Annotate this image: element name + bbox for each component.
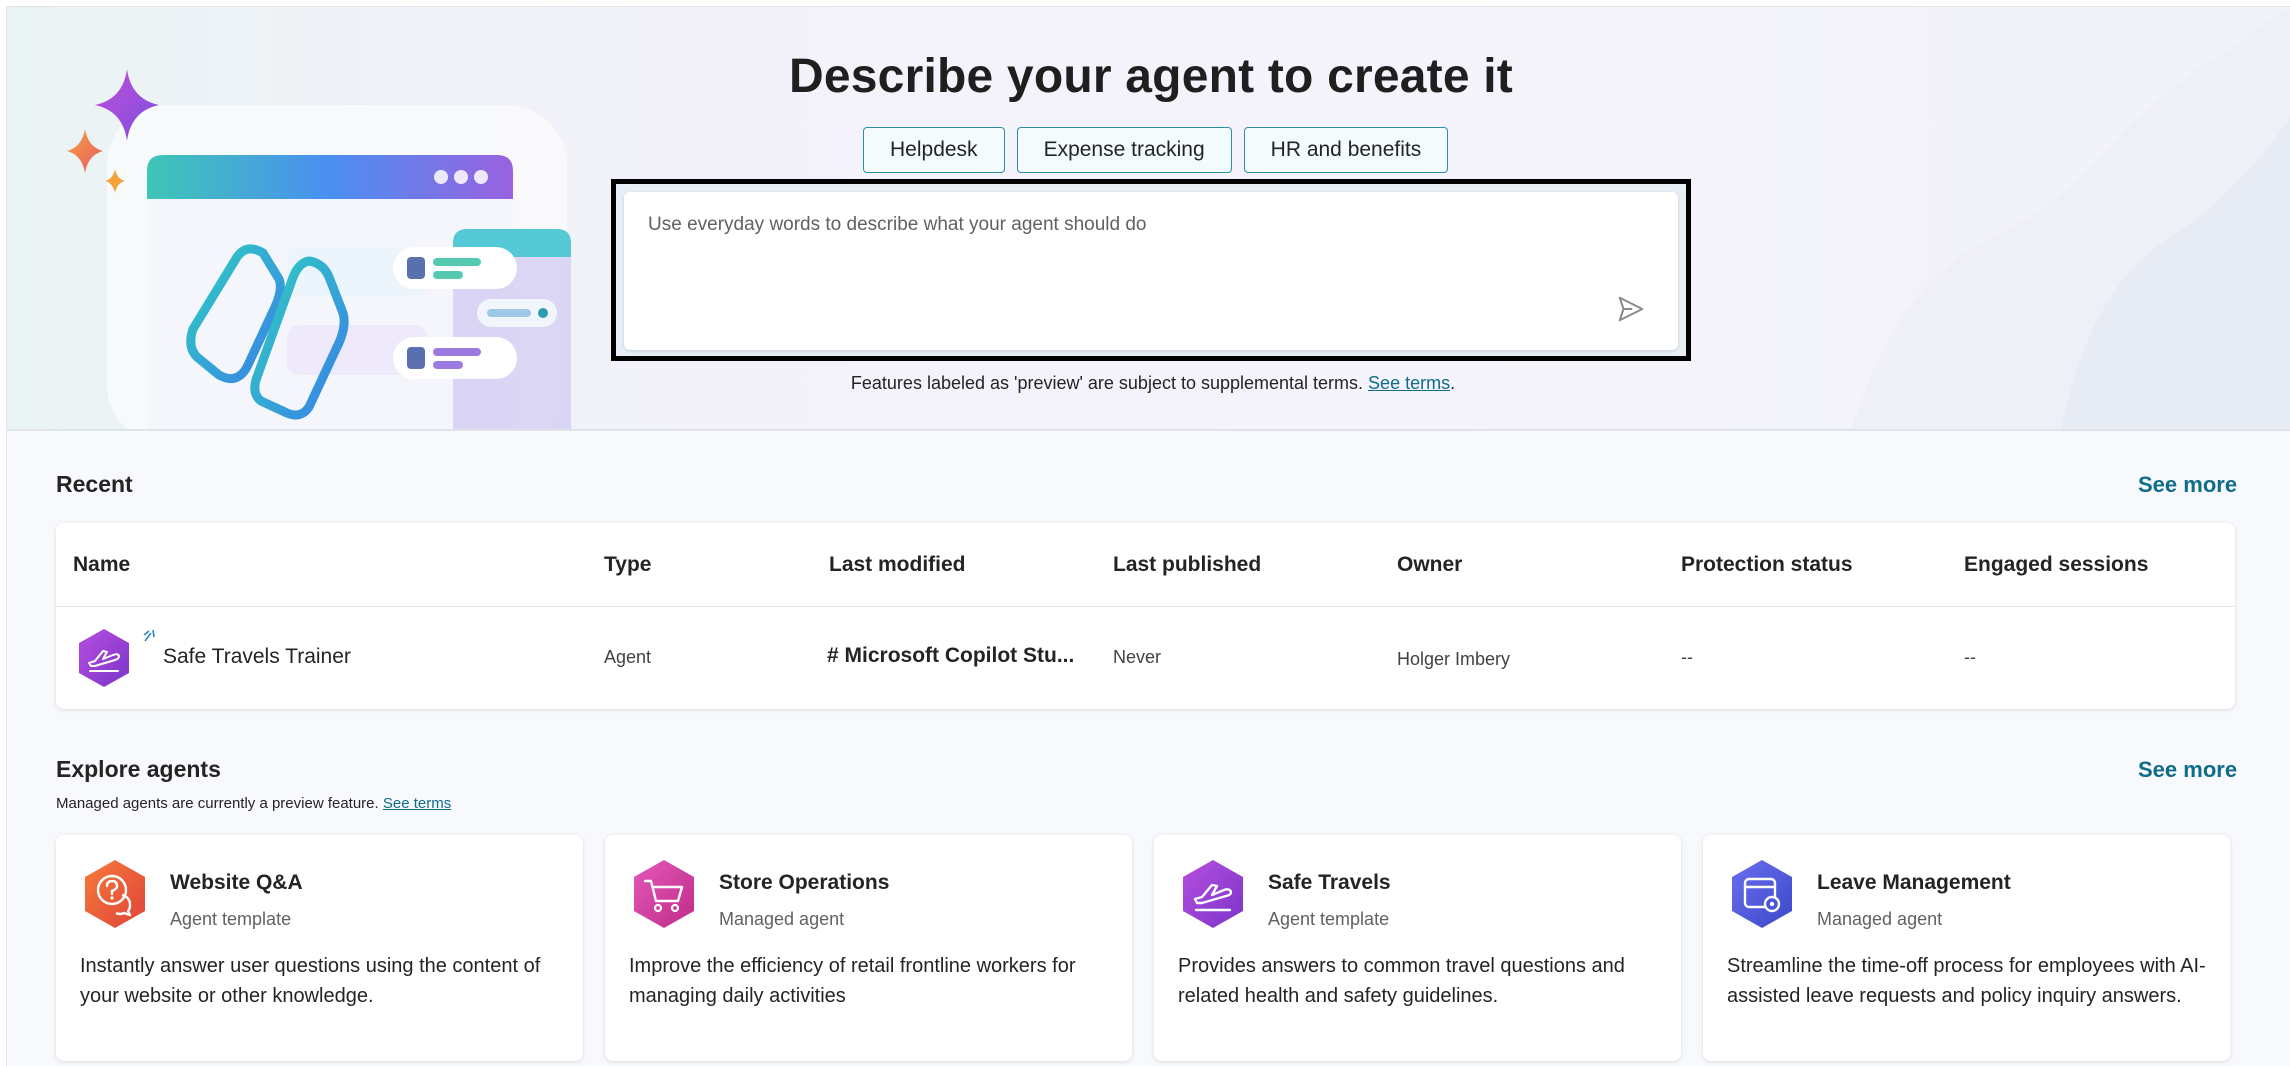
cell-type: Agent (604, 647, 652, 667)
chip-hr-and-benefits[interactable]: HR and benefits (1243, 127, 1449, 173)
calendar-settings-icon (1732, 860, 1792, 928)
card-subtitle: Agent template (1268, 909, 1390, 929)
shopping-cart-icon (634, 860, 694, 928)
card-description: Improve the efficiency of retail frontli… (629, 955, 1076, 1007)
disclaimer-text: Features labeled as 'preview' are subjec… (850, 373, 1369, 393)
card-subtitle: Managed agent (1817, 909, 1943, 929)
chip-expense-tracking[interactable]: Expense tracking (1016, 127, 1232, 173)
explore-title: Explore agents (56, 756, 221, 782)
card-description: Streamline the time-off process for empl… (1727, 955, 2206, 1007)
agent-card-leave-management[interactable]: Leave Management Managed agent Streamlin… (1703, 835, 2230, 1061)
recent-see-more-link[interactable]: See more (2138, 472, 2237, 498)
prompt-container (624, 192, 1678, 350)
airplane-icon (79, 629, 129, 687)
card-description: Instantly answer user questions using th… (80, 955, 541, 1007)
card-description: Provides answers to common travel questi… (1178, 955, 1625, 1007)
cell-last-published: Never (1113, 647, 1162, 667)
page-title: Describe your agent to create it (789, 50, 1513, 103)
disclaimer-period: . (1450, 373, 1456, 393)
agent-card-safe-travels[interactable]: Safe Travels Agent template Provides ans… (1154, 835, 1681, 1061)
column-header-last-published[interactable]: Last published (1113, 553, 1261, 577)
card-title: Website Q&A (170, 871, 303, 894)
recent-title: Recent (56, 471, 133, 497)
question-chat-icon (85, 860, 145, 928)
cell-protection-status: -- (1681, 647, 1693, 667)
prompt-highlight (611, 179, 1691, 361)
card-title: Safe Travels (1268, 871, 1391, 894)
column-header-owner[interactable]: Owner (1397, 553, 1462, 577)
app-frame: Describe your agent to create it Helpdes… (6, 6, 2290, 1066)
card-title: Leave Management (1817, 871, 2011, 894)
preview-disclaimer: Features labeled as 'preview' are subjec… (7, 373, 2290, 394)
card-subtitle: Managed agent (719, 909, 845, 929)
column-header-type[interactable]: Type (604, 553, 651, 577)
hero-banner: Describe your agent to create it Helpdes… (7, 7, 2290, 431)
agent-card-website-qa[interactable]: Website Q&A Agent template Instantly ans… (56, 835, 583, 1061)
column-header-last-modified[interactable]: Last modified (829, 553, 966, 577)
new-sparkle-icon (143, 629, 155, 642)
recent-table: Name Type Last modified Last published O… (56, 523, 2235, 709)
cell-engaged-sessions: -- (1964, 647, 1976, 667)
cell-last-modified: # Microsoft Copilot Stu... (827, 644, 1075, 667)
agent-card-store-operations[interactable]: Store Operations Managed agent Improve t… (605, 835, 1132, 1061)
sparkle-icon (67, 129, 103, 173)
agent-name-link[interactable]: Safe Travels Trainer (163, 645, 351, 669)
card-title: Store Operations (719, 871, 890, 894)
agent-description-input[interactable] (624, 192, 1678, 350)
send-icon[interactable] (1616, 294, 1646, 324)
chip-helpdesk[interactable]: Helpdesk (863, 127, 1005, 173)
see-terms-link[interactable]: See terms (1368, 373, 1450, 393)
airplane-icon (1183, 860, 1243, 928)
table-row[interactable]: Safe Travels Trainer Agent # Microsoft C… (56, 607, 2235, 709)
card-subtitle: Agent template (170, 909, 292, 929)
table-header: Name Type Last modified Last published O… (56, 523, 2235, 607)
suggestion-chips: Helpdesk Expense tracking HR and benefit… (863, 127, 1449, 173)
column-header-protection-status[interactable]: Protection status (1681, 553, 1853, 577)
column-header-engaged-sessions[interactable]: Engaged sessions (1964, 553, 2148, 577)
cell-owner: Holger Imbery (1397, 649, 1511, 669)
column-header-name[interactable]: Name (73, 553, 130, 577)
explore-see-terms-link[interactable]: See terms (383, 795, 451, 812)
explore-see-more-link[interactable]: See more (2138, 757, 2237, 783)
explore-subtitle-text: Managed agents are currently a preview f… (56, 795, 383, 812)
explore-subtitle: Managed agents are currently a preview f… (56, 795, 451, 812)
